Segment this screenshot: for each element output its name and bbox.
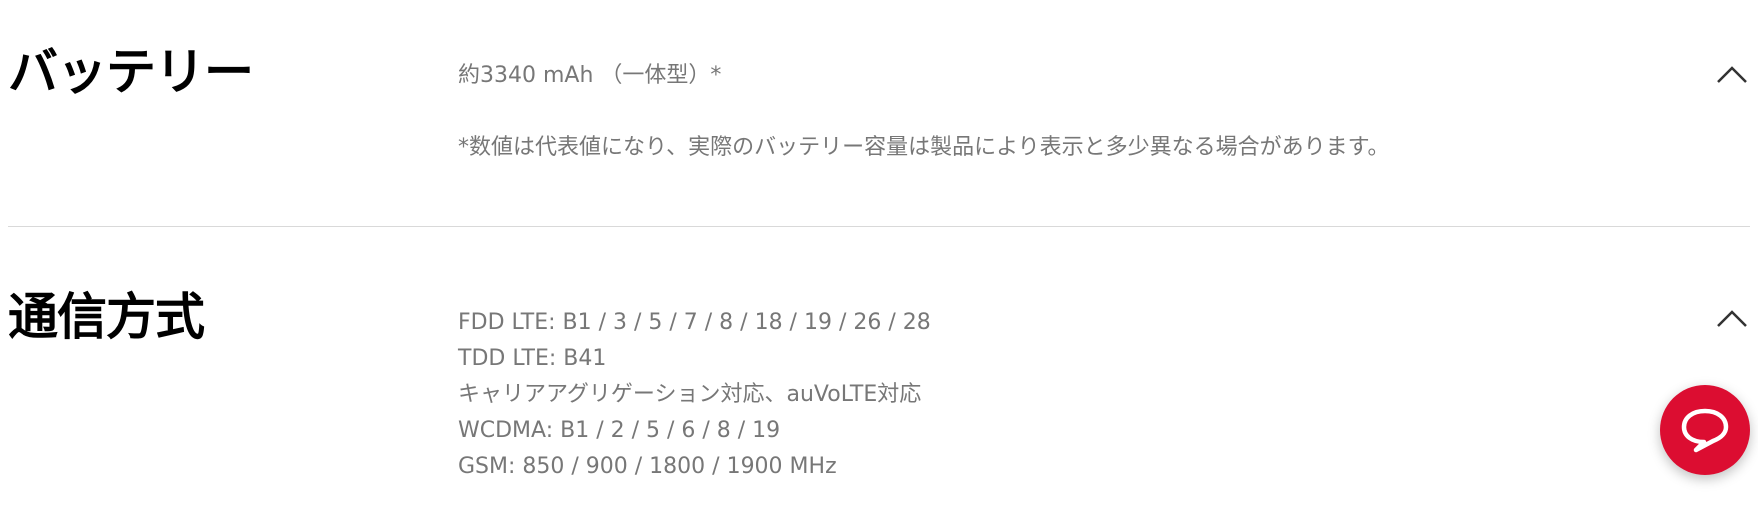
spec-page: バッテリー 約3340 mAh （一体型）* *数値は代表値になり、実際のバッテ… [0,0,1758,524]
network-line-wcdma: WCDMA: B1 / 2 / 5 / 6 / 8 / 19 [458,418,781,443]
network-content: FDD LTE: B1 / 3 / 5 / 7 / 8 / 18 / 19 / … [458,305,931,485]
battery-content: 約3340 mAh （一体型）* *数値は代表値になり、実際のバッテリー容量は製… [458,60,1389,164]
network-collapse-toggle[interactable] [1714,306,1750,330]
battery-note: *数値は代表値になり、実際のバッテリー容量は製品により表示と多少異なる場合があり… [458,135,1390,160]
chat-button[interactable] [1660,385,1750,475]
section-divider [8,226,1750,227]
network-line-carrier-aggregation: キャリアアグリゲーション対応、auVoLTE対応 [458,382,922,407]
battery-title: バッテリー [8,43,254,101]
network-line-gsm: GSM: 850 / 900 / 1800 / 1900 MHz [458,454,837,479]
battery-capacity: 約3340 mAh （一体型）* [458,63,722,88]
battery-collapse-toggle[interactable] [1714,62,1750,86]
chevron-up-icon [1717,310,1747,327]
network-line-tdd-lte: TDD LTE: B41 [458,346,607,371]
chat-bubble-icon [1681,408,1729,453]
chevron-up-icon [1717,66,1747,83]
network-line-fdd-lte: FDD LTE: B1 / 3 / 5 / 7 / 8 / 18 / 19 / … [458,310,931,335]
network-title: 通信方式 [8,288,205,346]
